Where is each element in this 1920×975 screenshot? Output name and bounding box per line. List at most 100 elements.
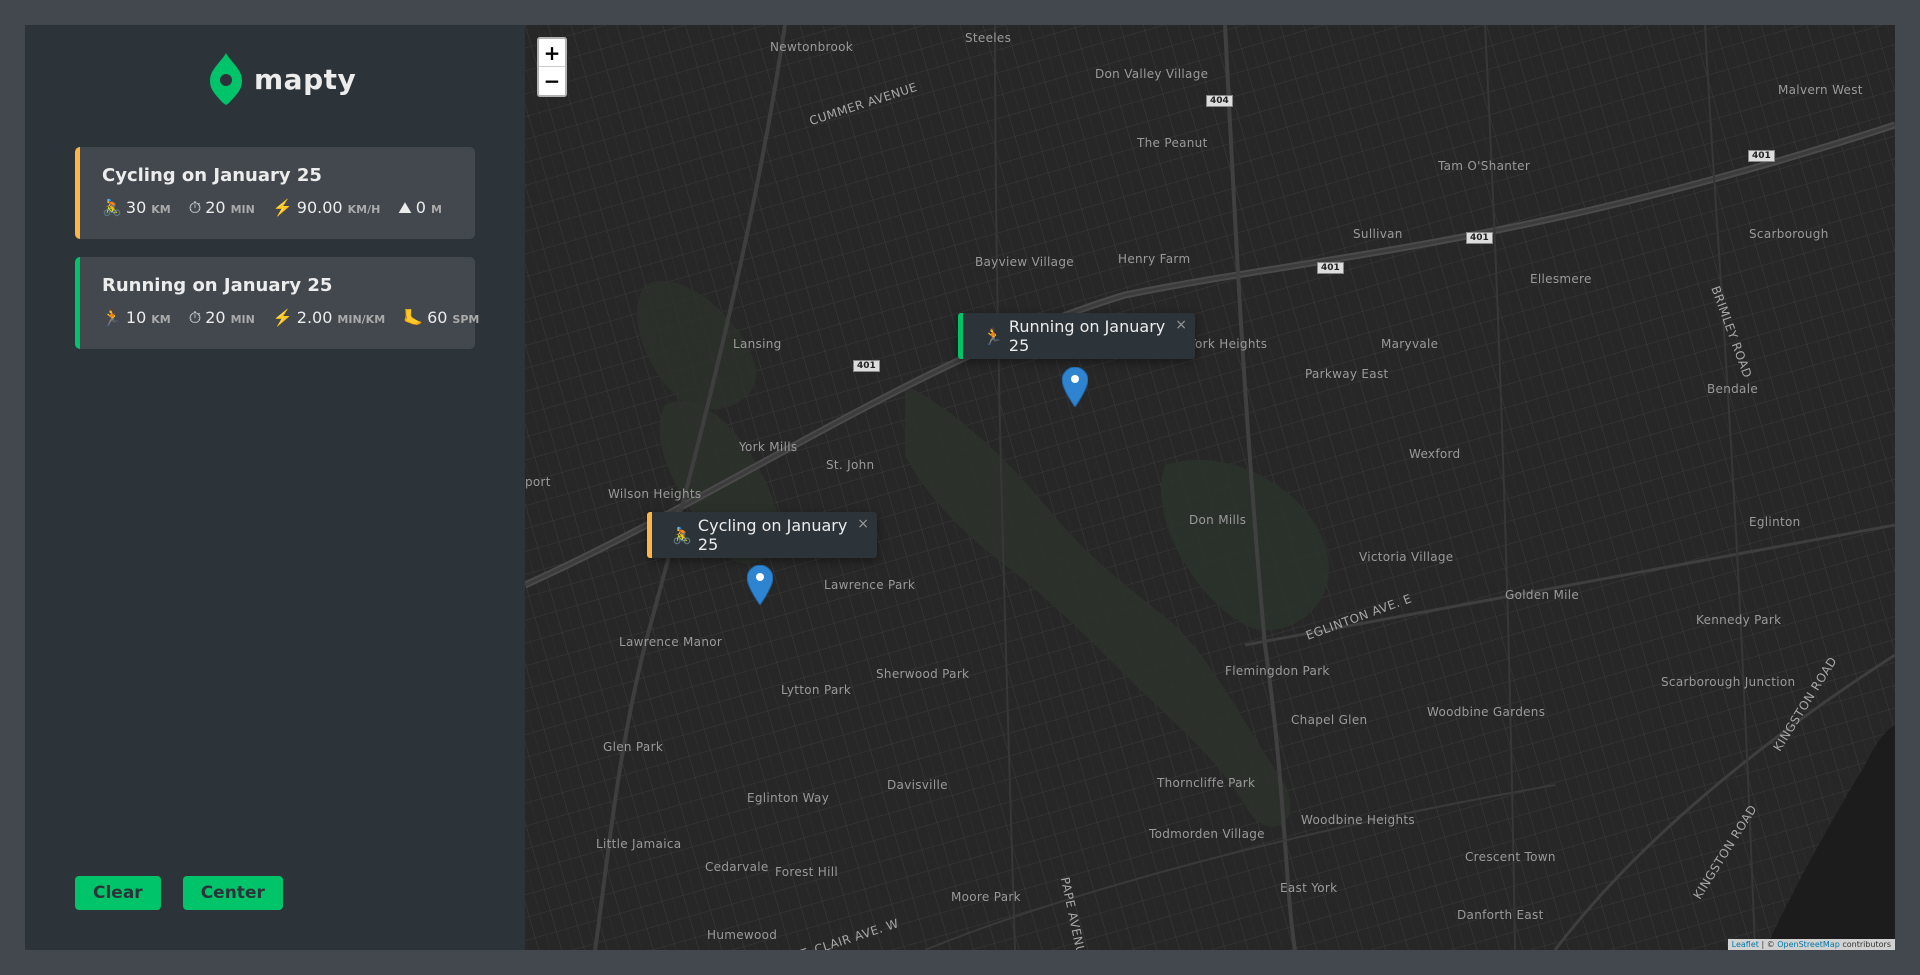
- map-label: Todmorden Village: [1149, 827, 1265, 841]
- close-icon[interactable]: ×: [1175, 317, 1187, 333]
- map-label: Golden Mile: [1505, 588, 1580, 602]
- map-label: Woodbine Heights: [1301, 813, 1415, 827]
- map-label: Moore Park: [951, 890, 1021, 904]
- map-label: Lawrence Park: [824, 578, 916, 592]
- map-label: Humewood: [707, 928, 778, 942]
- mountain-icon: ⛰: [398, 198, 412, 217]
- popup-cycling-text: Cycling on January 25: [697, 516, 848, 554]
- logo: mapty: [210, 53, 356, 105]
- speed-value: 90.00: [296, 198, 343, 217]
- map-label: Parkway East: [1305, 367, 1389, 381]
- zoom-out-button[interactable]: −: [539, 67, 565, 95]
- map-label: Steeles: [965, 31, 1012, 45]
- map-label: Lawrence Manor: [619, 635, 723, 649]
- map-attribution: Leaflet | © OpenStreetMap contributors: [1727, 939, 1895, 950]
- map-label: Flemingdon Park: [1225, 664, 1330, 678]
- map-label: Eglinton: [1749, 515, 1801, 529]
- runner-icon: 🏃: [102, 308, 122, 327]
- map-label: Bayview Village: [975, 255, 1074, 269]
- map-label: Forest Hill: [775, 865, 838, 879]
- distance-value: 10: [125, 308, 147, 327]
- map-label: York Heights: [1189, 337, 1268, 351]
- running-map-marker[interactable]: [1062, 367, 1088, 407]
- distance-detail: 🏃 10 km: [102, 308, 171, 327]
- highway-shield: 401: [853, 360, 880, 372]
- map-label: St. John: [826, 458, 875, 472]
- map-label: Don Valley Village: [1095, 67, 1209, 81]
- speed-unit: km/h: [347, 203, 381, 216]
- duration-value: 20: [205, 308, 226, 327]
- map-label: York Mills: [739, 440, 798, 454]
- map-label: Sullivan: [1353, 227, 1403, 241]
- map-label: Don Mills: [1189, 513, 1247, 527]
- map-label: Wexford: [1409, 447, 1461, 461]
- map-label: Thorncliffe Park: [1157, 776, 1256, 790]
- map-label: Davisville: [887, 778, 948, 792]
- map-pin-icon: [210, 53, 242, 105]
- popup-cycling[interactable]: 🚴 Cycling on January 25 ×: [647, 512, 877, 558]
- cadence-unit: spm: [452, 313, 480, 326]
- distance-unit: km: [151, 203, 171, 216]
- map-label: Victoria Village: [1359, 550, 1454, 564]
- popup-cycling-icon: 🚴: [672, 525, 692, 545]
- highway-shield: 401: [1748, 150, 1775, 162]
- map-label: Danforth East: [1457, 908, 1544, 922]
- duration-unit: min: [230, 203, 255, 216]
- pace-detail: ⚡️ 2.00 min/km: [273, 308, 385, 327]
- attribution-separator: | ©: [1758, 940, 1778, 949]
- close-icon[interactable]: ×: [857, 516, 869, 532]
- map-label: Chapel Glen: [1291, 713, 1368, 727]
- stopwatch-icon: ⏱: [188, 308, 202, 327]
- sidebar: mapty Cycling on January 25 🚴 30 km ⏱ 20…: [25, 25, 525, 950]
- map-label: Lansing: [733, 337, 782, 351]
- map-tiles: [525, 25, 1895, 950]
- attribution-suffix: contributors: [1839, 940, 1891, 949]
- map-label: Kennedy Park: [1696, 613, 1782, 627]
- map-label: Henry Farm: [1118, 252, 1191, 266]
- map[interactable]: + − Newtonbrook Steeles Don Valley Villa…: [525, 25, 1895, 950]
- zoom-in-button[interactable]: +: [539, 39, 565, 67]
- map-label: Eglinton Way: [747, 791, 830, 805]
- clear-button[interactable]: Clear: [75, 876, 161, 910]
- cycling-map-marker[interactable]: [747, 565, 773, 605]
- highway-shield: 401: [1317, 262, 1344, 274]
- map-label: Sherwood Park: [876, 667, 970, 681]
- map-label: Bendale: [1707, 382, 1759, 396]
- distance-unit: km: [151, 313, 171, 326]
- map-label: Woodbine Gardens: [1427, 705, 1546, 719]
- elevation-value: 0: [415, 198, 426, 217]
- map-label: Wilson Heights: [608, 487, 702, 501]
- distance-detail: 🚴 30 km: [102, 198, 171, 217]
- elevation-detail: ⛰ 0 m: [398, 198, 442, 218]
- stopwatch-icon: ⏱: [188, 198, 202, 217]
- leaflet-link[interactable]: Leaflet: [1732, 940, 1759, 949]
- distance-value: 30: [125, 198, 147, 217]
- map-label: Little Jamaica: [596, 837, 682, 851]
- lightning-icon: ⚡️: [272, 308, 293, 327]
- map-label: Newtonbrook: [770, 40, 854, 54]
- foot-icon: 🦶: [403, 308, 424, 327]
- center-button[interactable]: Center: [182, 876, 283, 910]
- workout-list: Cycling on January 25 🚴 30 km ⏱ 20 min ⚡…: [75, 147, 479, 367]
- map-label: Maryvale: [1381, 337, 1439, 351]
- map-label: Glen Park: [603, 740, 664, 754]
- popup-running-icon: 🏃: [983, 326, 1003, 346]
- duration-value: 20: [205, 198, 226, 217]
- map-label: Ellesmere: [1530, 272, 1592, 286]
- cadence-value: 60: [427, 308, 448, 327]
- cyclist-icon: 🚴: [102, 198, 122, 217]
- pace-unit: min/km: [337, 313, 386, 326]
- lightning-icon: ⚡️: [272, 198, 293, 217]
- logo-text: mapty: [254, 62, 357, 96]
- map-label: The Peanut: [1137, 136, 1208, 150]
- app-container: mapty Cycling on January 25 🚴 30 km ⏱ 20…: [25, 25, 1895, 950]
- workout-details: 🚴 30 km ⏱ 20 min ⚡️ 90.00 km/h: [102, 198, 453, 218]
- workout-details: 🏃 10 km ⏱ 20 min ⚡️ 2.00 min/km: [102, 308, 479, 328]
- map-label: Crescent Town: [1465, 850, 1556, 864]
- elevation-unit: m: [430, 203, 442, 216]
- map-label: Scarborough Junction: [1661, 675, 1796, 689]
- osm-link[interactable]: OpenStreetMap: [1777, 940, 1840, 949]
- workout-item-running[interactable]: Running on January 25 🏃 10 km ⏱ 20 min ⚡…: [75, 257, 479, 349]
- popup-running[interactable]: 🏃 Running on January 25 ×: [958, 313, 1195, 359]
- workout-item-cycling[interactable]: Cycling on January 25 🚴 30 km ⏱ 20 min ⚡…: [75, 147, 475, 239]
